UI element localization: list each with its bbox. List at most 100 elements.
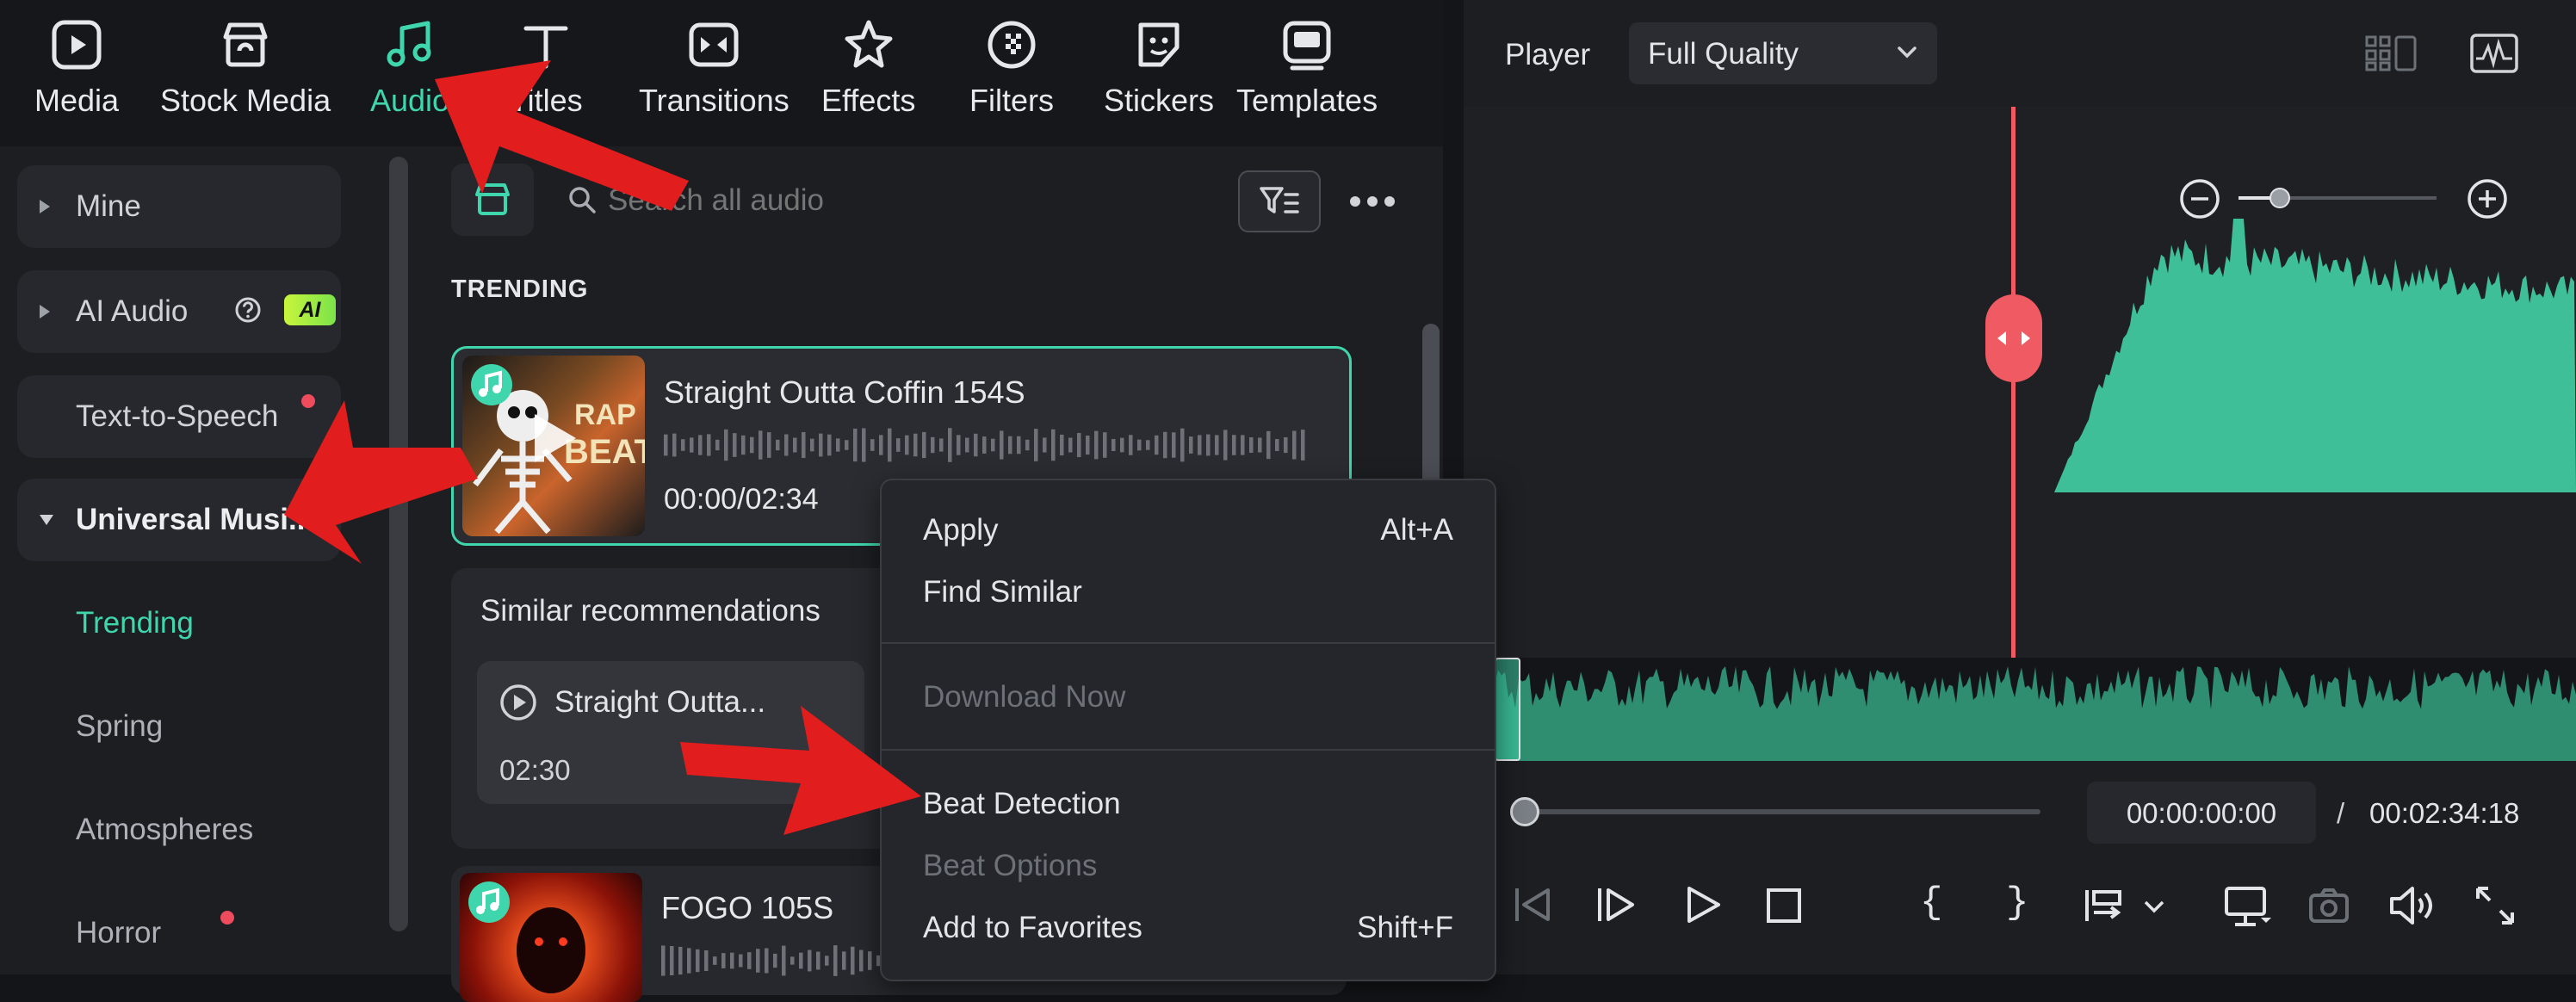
waveform-bar [741,435,746,455]
similar-track-duration: 02:30 [499,754,571,786]
nav-stickers[interactable]: Stickers [1104,14,1214,119]
waveform-bar [672,433,677,457]
nav-templates[interactable]: Templates [1236,14,1378,119]
sidebar-item-text-to-speech[interactable]: Text-to-Speech [17,375,341,458]
play-circle-icon[interactable] [499,683,537,721]
notification-dot [301,394,315,408]
waveform-bar [784,434,789,456]
nav-stock-media[interactable]: Stock Media [160,14,331,119]
search-bar[interactable] [548,164,971,236]
quality-dropdown[interactable]: Full Quality [1629,22,1937,84]
snapshot-icon[interactable] [2307,887,2350,925]
waveform-bar [1258,437,1262,453]
waveform-view-icon[interactable] [2469,33,2519,74]
display-settings-icon[interactable] [2223,885,2275,928]
waveform-bar [868,951,872,970]
stop-icon[interactable] [1765,887,1803,925]
nav-transitions[interactable]: Transitions [639,14,790,119]
music-note-icon [379,14,441,76]
nav-media[interactable]: Media [34,14,119,119]
previous-frame-icon[interactable] [1510,885,1553,925]
menu-item-apply[interactable]: Apply [923,513,999,547]
waveform-bar [1215,435,1219,455]
context-menu: Apply Alt+A Find Similar Download Now Be… [880,479,1496,981]
waveform-bar [1086,435,1090,455]
waveform-bar [939,438,944,452]
waveform-bar [836,438,840,452]
similar-track-item[interactable]: Straight Outta... 02:30 [477,661,864,804]
waveform-bar [1008,436,1012,455]
sub-item-trending[interactable]: Trending [76,606,194,640]
chevron-down-icon [1896,45,1918,60]
search-input[interactable] [606,176,971,226]
stickers-icon [1128,14,1190,76]
mark-out-icon[interactable]: } [2006,881,2028,925]
total-time: 00:02:34:18 [2369,797,2520,829]
nav-effects[interactable]: Effects [821,14,915,119]
transitions-icon [683,14,745,76]
nav-effects-label: Effects [821,83,916,118]
sidebar-scrollbar[interactable] [389,157,408,931]
volume-icon[interactable] [2388,885,2437,926]
waveform-bar [1275,439,1279,451]
current-time-field[interactable]: 00:00:00:00 [2087,782,2316,844]
sidebar-item-ai-audio[interactable]: AI Audio AI [17,270,341,353]
nav-titles[interactable]: Titles [510,14,583,119]
caret-right-icon [36,301,53,322]
playback-progress-handle[interactable] [1510,797,1539,826]
nav-audio[interactable]: Audio [370,14,449,119]
nav-templates-label: Templates [1236,83,1378,118]
waveform-bar [825,956,829,966]
waveform-bar [816,951,820,970]
grid-view-icon[interactable] [2364,34,2418,72]
waveform-bar [1060,434,1064,456]
library-button[interactable] [451,164,534,236]
insert-clip-icon[interactable] [2084,887,2170,925]
waveform-bar [698,435,703,455]
waveform-bar [1034,429,1038,461]
waveform-bar [1077,432,1081,458]
waveform-overview[interactable] [1495,658,2576,761]
filter-button[interactable] [1238,170,1321,232]
zoom-slider-handle[interactable] [2269,188,2290,208]
quality-value: Full Quality [1648,37,1799,71]
menu-item-download-now: Download Now [923,680,1126,714]
waveform-bar [696,949,700,973]
sidebar: Mine AI Audio AI Text-to-Speech Universa… [0,146,408,974]
nav-transitions-label: Transitions [639,83,790,118]
sub-item-spring[interactable]: Spring [76,709,163,744]
waveform-bar [687,948,691,974]
waveform-bar [1180,428,1185,462]
zoom-out-icon[interactable] [2178,177,2221,220]
waveform-bar [782,945,786,976]
sidebar-item-label: Universal Musi... [76,503,314,536]
play-icon[interactable] [1684,885,1722,925]
playhead-handle[interactable] [1985,294,2042,382]
mark-in-icon[interactable]: { [1920,881,1942,925]
waveform-bar [721,953,726,968]
nav-filters[interactable]: Filters [969,14,1054,119]
next-frame-icon[interactable] [1595,885,1638,925]
waveform-bar [1146,440,1150,450]
playhead-line [2011,107,2016,658]
play-overlay-icon[interactable] [528,411,579,466]
waveform-bar [845,440,849,450]
sidebar-item-label: Text-to-Speech [76,399,279,433]
waveform-bar [730,952,734,969]
overview-viewport[interactable] [1495,658,1520,761]
zoom-in-icon[interactable] [2466,177,2509,220]
waveform-bar [704,950,709,971]
sub-item-atmospheres[interactable]: Atmospheres [76,813,253,847]
more-options-button[interactable] [1343,177,1403,226]
menu-item-beat-detection[interactable]: Beat Detection [923,787,1121,821]
menu-divider [882,749,1495,751]
sidebar-item-universal-music[interactable]: Universal Musi... [17,479,341,561]
help-icon[interactable] [234,296,262,324]
playback-progress-track[interactable] [1524,809,2040,814]
fullscreen-icon[interactable] [2474,885,2516,926]
menu-item-add-to-favorites[interactable]: Add to Favorites [923,911,1142,945]
sidebar-item-mine[interactable]: Mine [17,165,341,248]
waveform-bar [1249,437,1254,453]
menu-item-find-similar[interactable]: Find Similar [923,575,1082,609]
sub-item-horror[interactable]: Horror [76,916,161,950]
